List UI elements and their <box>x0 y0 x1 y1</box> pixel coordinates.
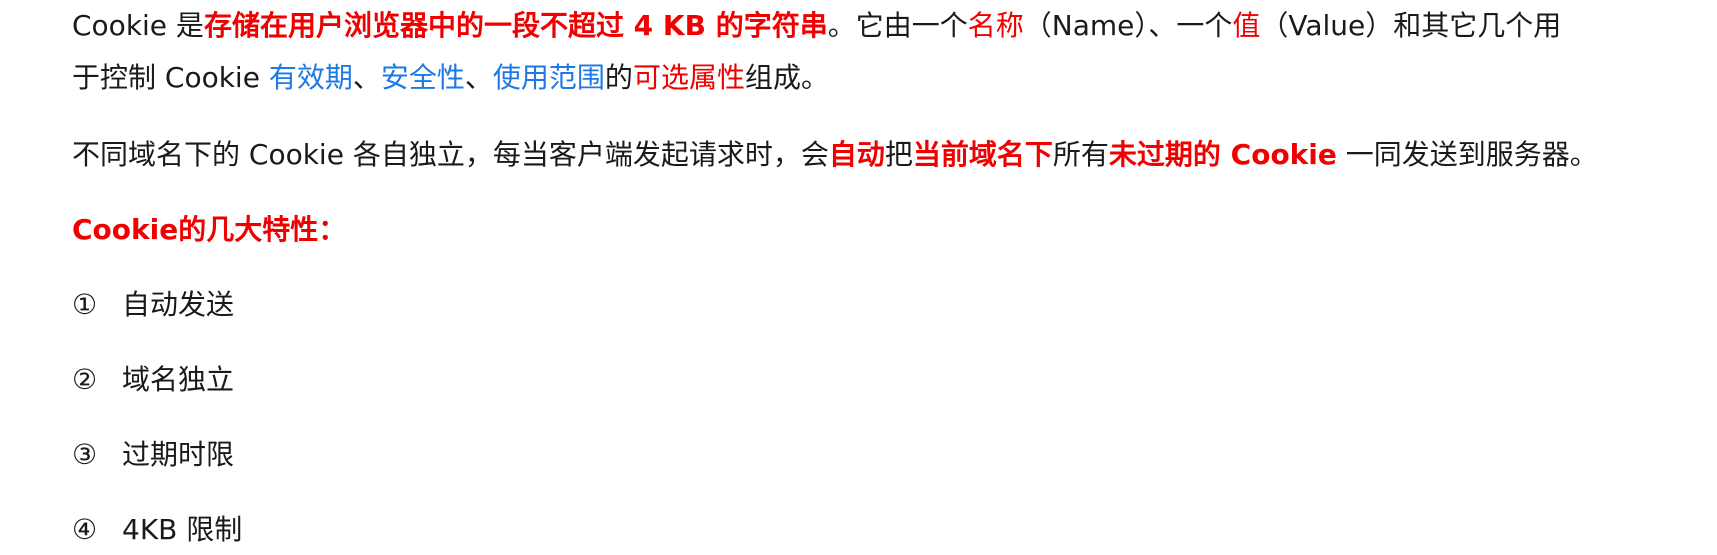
list-item-text: 过期时限 <box>122 438 235 471</box>
intro-paragraph: Cookie 是存储在用户浏览器中的一段不超过 4 KB 的字符串。它由一个名称… <box>72 0 1561 104</box>
intro-text: 组成。 <box>744 61 829 94</box>
intro-text: （Value）和其它几个用 <box>1260 9 1562 42</box>
circled-number-marker: ③ <box>72 438 98 471</box>
current-domain-highlight: 当前域名下 <box>912 138 1053 171</box>
separator: 、 <box>352 61 381 94</box>
validity-term: 有效期 <box>268 61 353 94</box>
list-item-text: 域名独立 <box>122 363 235 396</box>
intro-text: Cookie 是 <box>72 9 204 42</box>
domain-text: 一同发送到服务器。 <box>1336 138 1598 171</box>
domain-text: 不同域名下的 Cookie 各自独立，每当客户端发起请求时，会 <box>72 138 829 171</box>
optional-attributes-term: 可选属性 <box>632 61 745 94</box>
unexpired-cookie-highlight: 未过期的 Cookie <box>1108 138 1337 171</box>
circled-number-marker: ① <box>72 288 98 321</box>
list-item: ③ 过期时限 <box>72 435 234 475</box>
intro-text: 。它由一个 <box>827 9 968 42</box>
list-item: ① 自动发送 <box>72 285 234 325</box>
auto-highlight: 自动 <box>828 138 885 171</box>
name-term: 名称 <box>967 9 1024 42</box>
domain-text: 把 <box>884 138 913 171</box>
security-term: 安全性 <box>380 61 465 94</box>
intro-text: 于控制 Cookie <box>72 61 269 94</box>
document-page: Cookie 是存储在用户浏览器中的一段不超过 4 KB 的字符串。它由一个名称… <box>0 0 1717 555</box>
list-item: ② 域名独立 <box>72 360 234 400</box>
circled-number-marker: ② <box>72 363 98 396</box>
separator: 、 <box>464 61 493 94</box>
circled-number-marker: ④ <box>72 513 98 546</box>
scope-term: 使用范围 <box>492 61 605 94</box>
list-item: ④ 4KB 限制 <box>72 510 242 550</box>
list-item-text: 4KB 限制 <box>122 513 243 546</box>
list-item-text: 自动发送 <box>122 288 235 321</box>
domain-text: 所有 <box>1052 138 1109 171</box>
intro-text: （Name）、一个 <box>1023 9 1233 42</box>
features-heading: Cookie的几大特性： <box>72 213 347 246</box>
definition-highlight: 存储在用户浏览器中的一段不超过 4 KB 的字符串 <box>203 9 828 42</box>
domain-paragraph: 不同域名下的 Cookie 各自独立，每当客户端发起请求时，会自动把当前域名下所… <box>72 129 1598 181</box>
value-term: 值 <box>1232 9 1261 42</box>
intro-text: 的 <box>604 61 633 94</box>
